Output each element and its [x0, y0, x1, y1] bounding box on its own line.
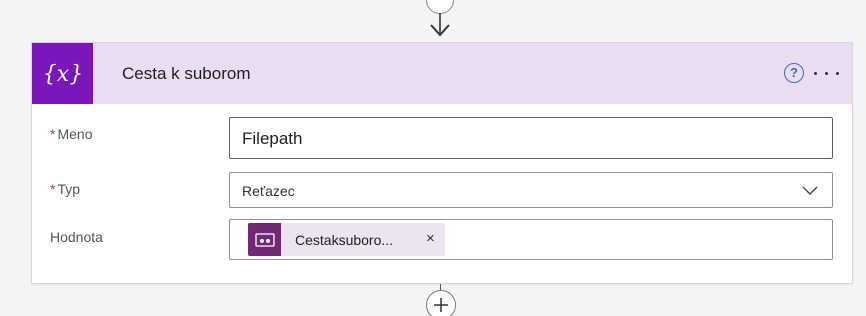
variable-type-dropdown[interactable]: Reťazec: [229, 172, 833, 208]
chevron-down-icon: [802, 186, 818, 195]
variable-name-value: Filepath: [242, 129, 303, 148]
variable-value-input[interactable]: Cestaksuboro... ×: [229, 219, 833, 260]
variable-name-input[interactable]: Filepath: [229, 117, 833, 159]
arrow-down-icon: [430, 13, 450, 37]
dynamic-content-token[interactable]: Cestaksuboro... ×: [248, 223, 445, 256]
name-label: * Meno: [50, 125, 92, 143]
card-title[interactable]: Cesta k suborom: [122, 63, 251, 85]
remove-token-icon[interactable]: ×: [426, 230, 435, 248]
card-header[interactable]: {x} Cesta k suborom ?: [32, 43, 852, 104]
help-icon[interactable]: ?: [784, 63, 804, 83]
required-mark: *: [50, 126, 56, 142]
insert-step-button[interactable]: [426, 290, 456, 316]
svg-text:{x}: {x}: [43, 62, 83, 87]
required-mark: *: [50, 181, 56, 197]
flow-canvas: {x} Cesta k suborom ? * Meno Filepath * Ty…: [0, 0, 866, 316]
value-label: Hodnota: [50, 229, 103, 245]
power-automate-token-icon: [248, 223, 281, 256]
plus-icon: [434, 298, 448, 312]
type-label-text: Typ: [57, 181, 81, 197]
more-options-icon[interactable]: [808, 63, 844, 83]
insert-step-button-top[interactable]: [426, 0, 454, 14]
name-label-text: Meno: [57, 126, 93, 142]
initialize-variable-card: {x} Cesta k suborom ? * Meno Filepath * Ty…: [31, 42, 853, 284]
variable-type-value: Reťazec: [242, 183, 295, 199]
type-label: * Typ: [50, 180, 80, 198]
token-label: Cestaksuboro...: [295, 232, 394, 248]
variable-braces-icon: {x}: [32, 43, 93, 104]
